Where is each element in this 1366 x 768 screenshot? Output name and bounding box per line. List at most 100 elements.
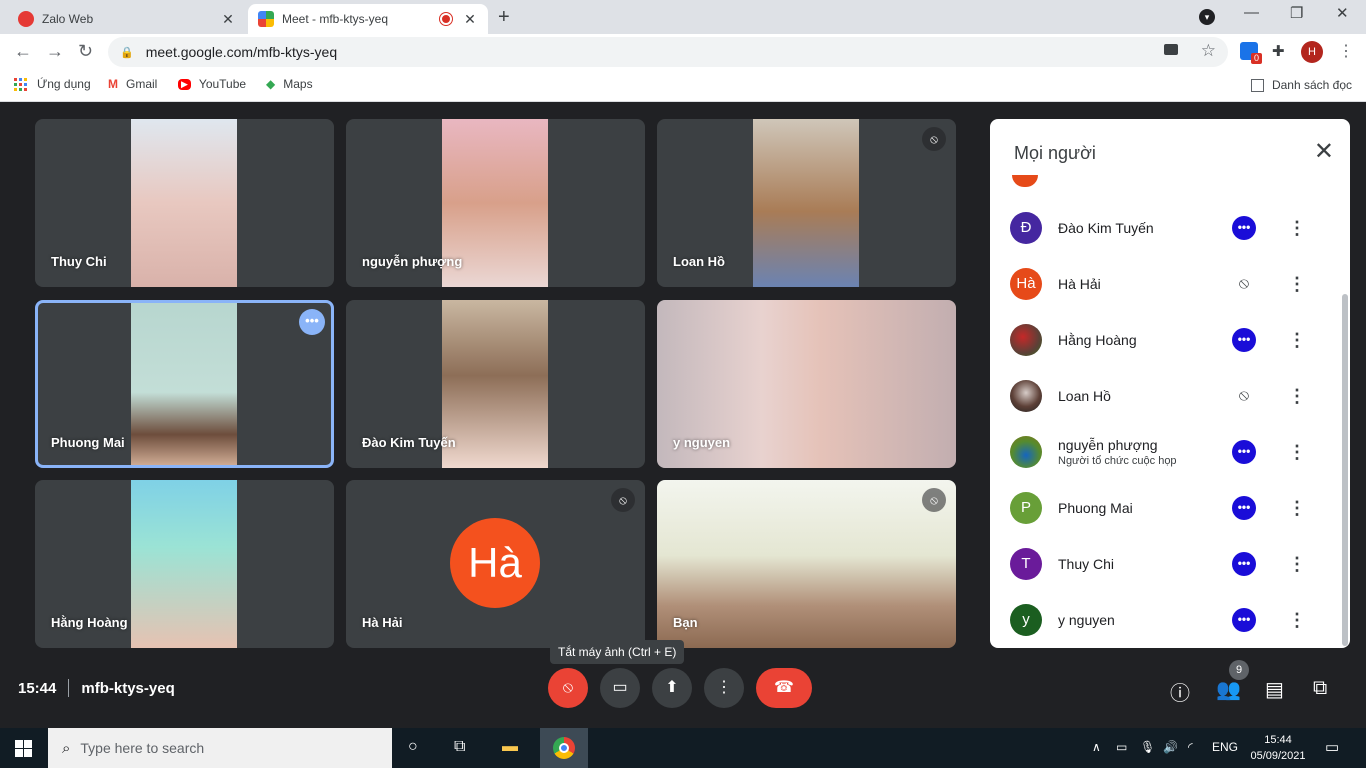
battery-icon[interactable]: ▭ (1116, 740, 1127, 754)
tab-zalo-web[interactable]: Zalo Web ✕ (8, 4, 246, 34)
participant-tile[interactable]: ••• Phuong Mai (35, 300, 334, 468)
participant-avatar (1010, 324, 1042, 356)
more-options-icon[interactable]: ⋮ (1288, 610, 1306, 631)
file-explorer-icon[interactable]: ▬ (502, 738, 518, 756)
bookmark-star-icon[interactable]: ☆ (1201, 41, 1216, 61)
minimize-window-icon[interactable]: — (1244, 4, 1259, 21)
panel-scrollbar[interactable] (1342, 294, 1348, 646)
more-options-icon[interactable]: ⋮ (1288, 498, 1306, 519)
search-icon: ⌕ (62, 739, 71, 757)
reload-icon[interactable]: ↻ (78, 41, 93, 62)
close-panel-icon[interactable]: ✕ (1314, 137, 1334, 166)
bookmark-maps[interactable]: ◆ Maps (266, 77, 313, 91)
participant-row[interactable]: Loan Hồ ⦸ ⋮ (1010, 368, 1330, 424)
meeting-info-icon[interactable]: ⓘ (1170, 677, 1190, 706)
panel-title: Mọi người (1014, 143, 1096, 163)
bookmark-label: YouTube (198, 77, 247, 91)
participant-tile[interactable]: y nguyen (657, 300, 956, 468)
address-bar[interactable]: 🔒 meet.google.com/mfb-ktys-yeq ☆ (108, 37, 1228, 67)
more-options-icon[interactable]: ⋮ (1288, 218, 1306, 239)
extension-badge: 0 (1251, 53, 1262, 64)
participant-name: Hà Hải (362, 615, 403, 630)
participant-tile[interactable]: nguyễn phượng (346, 119, 645, 287)
participant-row[interactable]: T Thuy Chi ••• ⋮ (1010, 536, 1330, 592)
activities-icon[interactable]: ⧉ (1313, 677, 1327, 700)
bookmarks-bar: Ứng dụng M Gmail ▶ YouTube ◆ Maps Danh s… (0, 70, 1366, 102)
participant-video (131, 480, 237, 648)
participant-name: Hằng Hoàng (51, 615, 128, 630)
participant-row[interactable]: P Phuong Mai ••• ⋮ (1010, 480, 1330, 536)
participant-row[interactable]: y y nguyen ••• ⋮ (1010, 592, 1330, 648)
chat-icon[interactable]: ▤ (1265, 677, 1284, 702)
participant-tile[interactable]: ⦸ Loan Hồ (657, 119, 956, 287)
more-options-icon[interactable]: ⋮ (1288, 554, 1306, 575)
participant-name: Bạn (673, 615, 698, 630)
participant-tile[interactable]: Hà ⦸ Hà Hải (346, 480, 645, 648)
more-options-icon[interactable]: ⋮ (1288, 386, 1306, 407)
participant-row[interactable]: Đ Đào Kim Tuyến ••• ⋮ (1010, 200, 1330, 256)
participant-tile[interactable]: Thuy Chi (35, 119, 334, 287)
more-options-icon[interactable]: ⋮ (1288, 274, 1306, 295)
search-placeholder: Type here to search (80, 740, 205, 756)
clock-date: 05/09/2021 (1250, 750, 1306, 762)
volume-icon[interactable]: 🔊 (1163, 740, 1178, 754)
task-view-icon[interactable]: ⧉ (454, 738, 465, 756)
present-screen-button[interactable]: ⬆ (652, 668, 692, 708)
tab-meet[interactable]: Meet - mfb-ktys-yeq ✕ (248, 4, 488, 34)
language-indicator[interactable]: ENG (1212, 740, 1238, 754)
participant-row[interactable]: Hà Hà Hải ⦸ ⋮ (1010, 256, 1330, 312)
audio-level-icon: ••• (1232, 496, 1256, 520)
bookmark-youtube[interactable]: ▶ YouTube (178, 77, 246, 91)
mic-off-icon: ⦸ (1238, 387, 1250, 404)
participant-tile[interactable]: Đào Kim Tuyến (346, 300, 645, 468)
bookmark-gmail[interactable]: M Gmail (108, 77, 157, 91)
maps-icon: ◆ (266, 77, 276, 91)
profile-avatar[interactable]: H (1301, 41, 1323, 63)
new-tab-button[interactable]: + (498, 6, 510, 29)
lock-icon[interactable]: 🔒 (120, 46, 134, 59)
start-windows-icon[interactable] (15, 740, 32, 757)
mic-toggle-button[interactable]: ⦸ (548, 668, 588, 708)
mic-off-icon: ⦸ (611, 488, 635, 512)
close-tab-icon[interactable]: ✕ (462, 11, 478, 28)
taskbar-clock[interactable]: 15:44 05/09/2021 (1250, 732, 1306, 764)
extension-icon[interactable]: 0 (1240, 42, 1262, 64)
meeting-details: 15:44 mfb-ktys-yeq (18, 679, 175, 697)
more-options-icon[interactable]: ⋮ (1288, 330, 1306, 351)
participant-avatar: Hà (1010, 268, 1042, 300)
camera-toggle-button[interactable]: ▭ (600, 668, 640, 708)
audio-level-icon: ••• (1232, 608, 1256, 632)
more-options-icon[interactable]: ⋮ (1288, 442, 1306, 463)
browser-menu-icon[interactable]: ⋮ (1338, 41, 1354, 61)
back-icon[interactable]: ← (14, 41, 32, 62)
tab-search-icon[interactable]: ▾ (1199, 9, 1215, 25)
leave-call-button[interactable]: ☎ (756, 668, 812, 708)
more-options-button[interactable]: ⋮ (704, 668, 744, 708)
participant-name: Đào Kim Tuyến (362, 435, 456, 450)
chrome-icon (553, 737, 575, 759)
show-hidden-icons-icon[interactable]: ∧ (1092, 740, 1101, 754)
people-icon[interactable]: 👥 (1216, 677, 1241, 702)
extensions-puzzle-icon[interactable]: ✚ (1272, 42, 1290, 60)
taskbar-search[interactable]: ⌕ Type here to search (48, 728, 392, 768)
gmail-icon: M (108, 77, 118, 91)
forward-icon[interactable]: → (46, 41, 64, 62)
participant-avatar (1010, 380, 1042, 412)
chrome-taskbar-button[interactable] (540, 728, 588, 768)
people-panel: Mọi người ✕ Đ Đào Kim Tuyến ••• ⋮ Hà Hà … (990, 119, 1350, 648)
close-window-icon[interactable]: ✕ (1336, 4, 1349, 22)
divider (68, 679, 70, 697)
participant-tile[interactable]: Hằng Hoàng (35, 480, 334, 648)
self-tile[interactable]: ⦸ Bạn (657, 480, 956, 648)
notifications-icon[interactable]: ▭ (1325, 738, 1339, 756)
close-tab-icon[interactable]: ✕ (220, 11, 236, 28)
cortana-icon[interactable]: ○ (408, 738, 418, 756)
camera-in-use-icon[interactable] (1164, 44, 1178, 55)
wifi-icon[interactable]: ◜ (1188, 740, 1193, 754)
bookmark-apps[interactable]: Ứng dụng (14, 77, 91, 91)
restore-window-icon[interactable]: ❐ (1290, 4, 1303, 22)
participant-row[interactable]: nguyễn phượng Người tổ chức cuộc họp •••… (1010, 424, 1330, 480)
participant-row[interactable]: Hằng Hoàng ••• ⋮ (1010, 312, 1330, 368)
reading-list-button[interactable]: Danh sách đọc (1250, 78, 1352, 92)
microphone-icon[interactable]: 🎙 (1140, 740, 1155, 754)
